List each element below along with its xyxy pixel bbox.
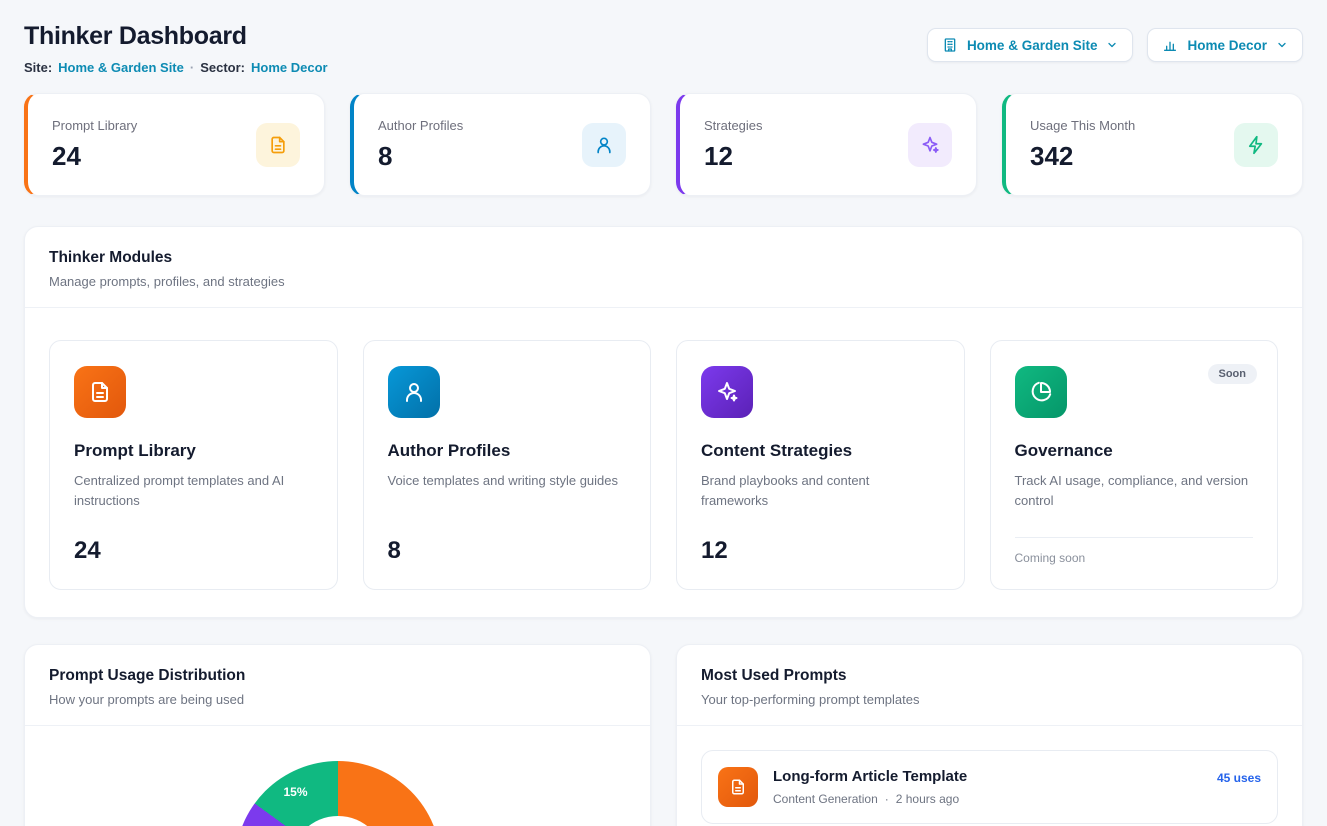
- bar-chart-icon: [1162, 37, 1178, 53]
- sector-selector-dropdown[interactable]: Home Decor: [1147, 28, 1303, 62]
- sector-label: Sector:: [200, 60, 245, 75]
- stat-label: Prompt Library: [52, 118, 137, 133]
- prompt-meta: Content Generation · 2 hours ago: [773, 792, 1202, 806]
- person-icon: [388, 366, 440, 418]
- modules-panel-title: Thinker Modules: [49, 249, 1278, 267]
- stat-card-usage: Usage This Month 342: [1002, 93, 1303, 196]
- stat-label: Strategies: [704, 118, 763, 133]
- site-link[interactable]: Home & Garden Site: [58, 60, 184, 75]
- stat-value: 342: [1030, 141, 1135, 172]
- sector-selector-label: Home Decor: [1187, 38, 1267, 53]
- stat-card-author-profiles: Author Profiles 8: [350, 93, 651, 196]
- sector-link[interactable]: Home Decor: [251, 60, 328, 75]
- module-count: 24: [74, 537, 313, 565]
- breadcrumb: Site: Home & Garden Site · Sector: Home …: [24, 60, 328, 75]
- prompts-panel-title: Most Used Prompts: [701, 667, 1278, 685]
- module-count: 12: [701, 537, 940, 565]
- usage-panel-subtitle: How your prompts are being used: [49, 692, 626, 707]
- module-card-author-profiles[interactable]: Author Profiles Voice templates and writ…: [363, 340, 652, 590]
- stat-info: Prompt Library 24: [52, 118, 137, 172]
- module-card-prompt-library[interactable]: Prompt Library Centralized prompt templa…: [49, 340, 338, 590]
- chart-area: 15%: [25, 726, 650, 826]
- soon-badge: Soon: [1208, 364, 1258, 384]
- stat-label: Author Profiles: [378, 118, 463, 133]
- prompt-category: Content Generation: [773, 792, 878, 806]
- module-description: Brand playbooks and content frameworks: [701, 471, 940, 511]
- most-used-prompts-panel: Most Used Prompts Your top-performing pr…: [676, 644, 1303, 826]
- stat-value: 24: [52, 141, 137, 172]
- prompt-text: Long-form Article Template Content Gener…: [773, 768, 1202, 806]
- module-card-governance[interactable]: Soon Governance Track AI usage, complian…: [990, 340, 1279, 590]
- person-icon: [582, 123, 626, 167]
- site-selector-label: Home & Garden Site: [967, 38, 1098, 53]
- breadcrumb-separator: ·: [190, 60, 194, 75]
- prompts-panel-subtitle: Your top-performing prompt templates: [701, 692, 1278, 707]
- header-left: Thinker Dashboard Site: Home & Garden Si…: [24, 22, 328, 75]
- prompt-time: 2 hours ago: [896, 792, 959, 806]
- prompt-list: Long-form Article Template Content Gener…: [677, 726, 1302, 826]
- module-count: 8: [388, 537, 627, 565]
- module-card-content-strategies[interactable]: Content Strategies Brand playbooks and c…: [676, 340, 965, 590]
- bottom-row: Prompt Usage Distribution How your promp…: [24, 644, 1303, 826]
- prompt-list-item[interactable]: Long-form Article Template Content Gener…: [701, 750, 1278, 824]
- prompts-panel-header: Most Used Prompts Your top-performing pr…: [677, 645, 1302, 726]
- dashboard-page: Thinker Dashboard Site: Home & Garden Si…: [0, 0, 1327, 826]
- modules-grid: Prompt Library Centralized prompt templa…: [25, 308, 1302, 617]
- site-label: Site:: [24, 60, 52, 75]
- stat-info: Strategies 12: [704, 118, 763, 172]
- meta-separator: ·: [885, 792, 889, 806]
- usage-distribution-panel: Prompt Usage Distribution How your promp…: [24, 644, 651, 826]
- prompt-uses-badge: 45 uses: [1217, 771, 1261, 785]
- sparkle-star-icon: [908, 123, 952, 167]
- site-selector-dropdown[interactable]: Home & Garden Site: [927, 28, 1134, 62]
- chevron-down-icon: [1106, 39, 1118, 51]
- module-description: Voice templates and writing style guides: [388, 471, 627, 491]
- modules-panel-header: Thinker Modules Manage prompts, profiles…: [25, 227, 1302, 308]
- stat-info: Usage This Month 342: [1030, 118, 1135, 172]
- stat-label: Usage This Month: [1030, 118, 1135, 133]
- modules-panel-subtitle: Manage prompts, profiles, and strategies: [49, 274, 1278, 289]
- stat-info: Author Profiles 8: [378, 118, 463, 172]
- sparkle-star-icon: [701, 366, 753, 418]
- document-icon: [256, 123, 300, 167]
- chevron-down-icon: [1276, 39, 1288, 51]
- usage-donut: 15%: [235, 761, 441, 826]
- module-title: Content Strategies: [701, 441, 940, 461]
- header-actions: Home & Garden Site Home Decor: [927, 22, 1303, 62]
- prompt-title: Long-form Article Template: [773, 768, 1202, 785]
- coming-soon-note: Coming soon: [1015, 537, 1254, 565]
- donut-percent-label: 15%: [279, 785, 313, 799]
- document-icon: [74, 366, 126, 418]
- topbar: Thinker Dashboard Site: Home & Garden Si…: [24, 22, 1303, 75]
- usage-panel-header: Prompt Usage Distribution How your promp…: [25, 645, 650, 726]
- module-description: Track AI usage, compliance, and version …: [1015, 471, 1254, 511]
- document-icon: [718, 767, 758, 807]
- stat-card-prompt-library: Prompt Library 24: [24, 93, 325, 196]
- building-icon: [942, 37, 958, 53]
- module-title: Prompt Library: [74, 441, 313, 461]
- module-title: Author Profiles: [388, 441, 627, 461]
- lightning-icon: [1234, 123, 1278, 167]
- pie-chart-icon: [1015, 366, 1067, 418]
- usage-panel-title: Prompt Usage Distribution: [49, 667, 626, 685]
- stat-card-strategies: Strategies 12: [676, 93, 977, 196]
- thinker-modules-panel: Thinker Modules Manage prompts, profiles…: [24, 226, 1303, 618]
- stat-value: 8: [378, 141, 463, 172]
- page-title: Thinker Dashboard: [24, 22, 328, 51]
- module-description: Centralized prompt templates and AI inst…: [74, 471, 313, 511]
- stat-value: 12: [704, 141, 763, 172]
- module-title: Governance: [1015, 441, 1254, 461]
- stats-row: Prompt Library 24 Author Profiles 8 Stra…: [24, 93, 1303, 196]
